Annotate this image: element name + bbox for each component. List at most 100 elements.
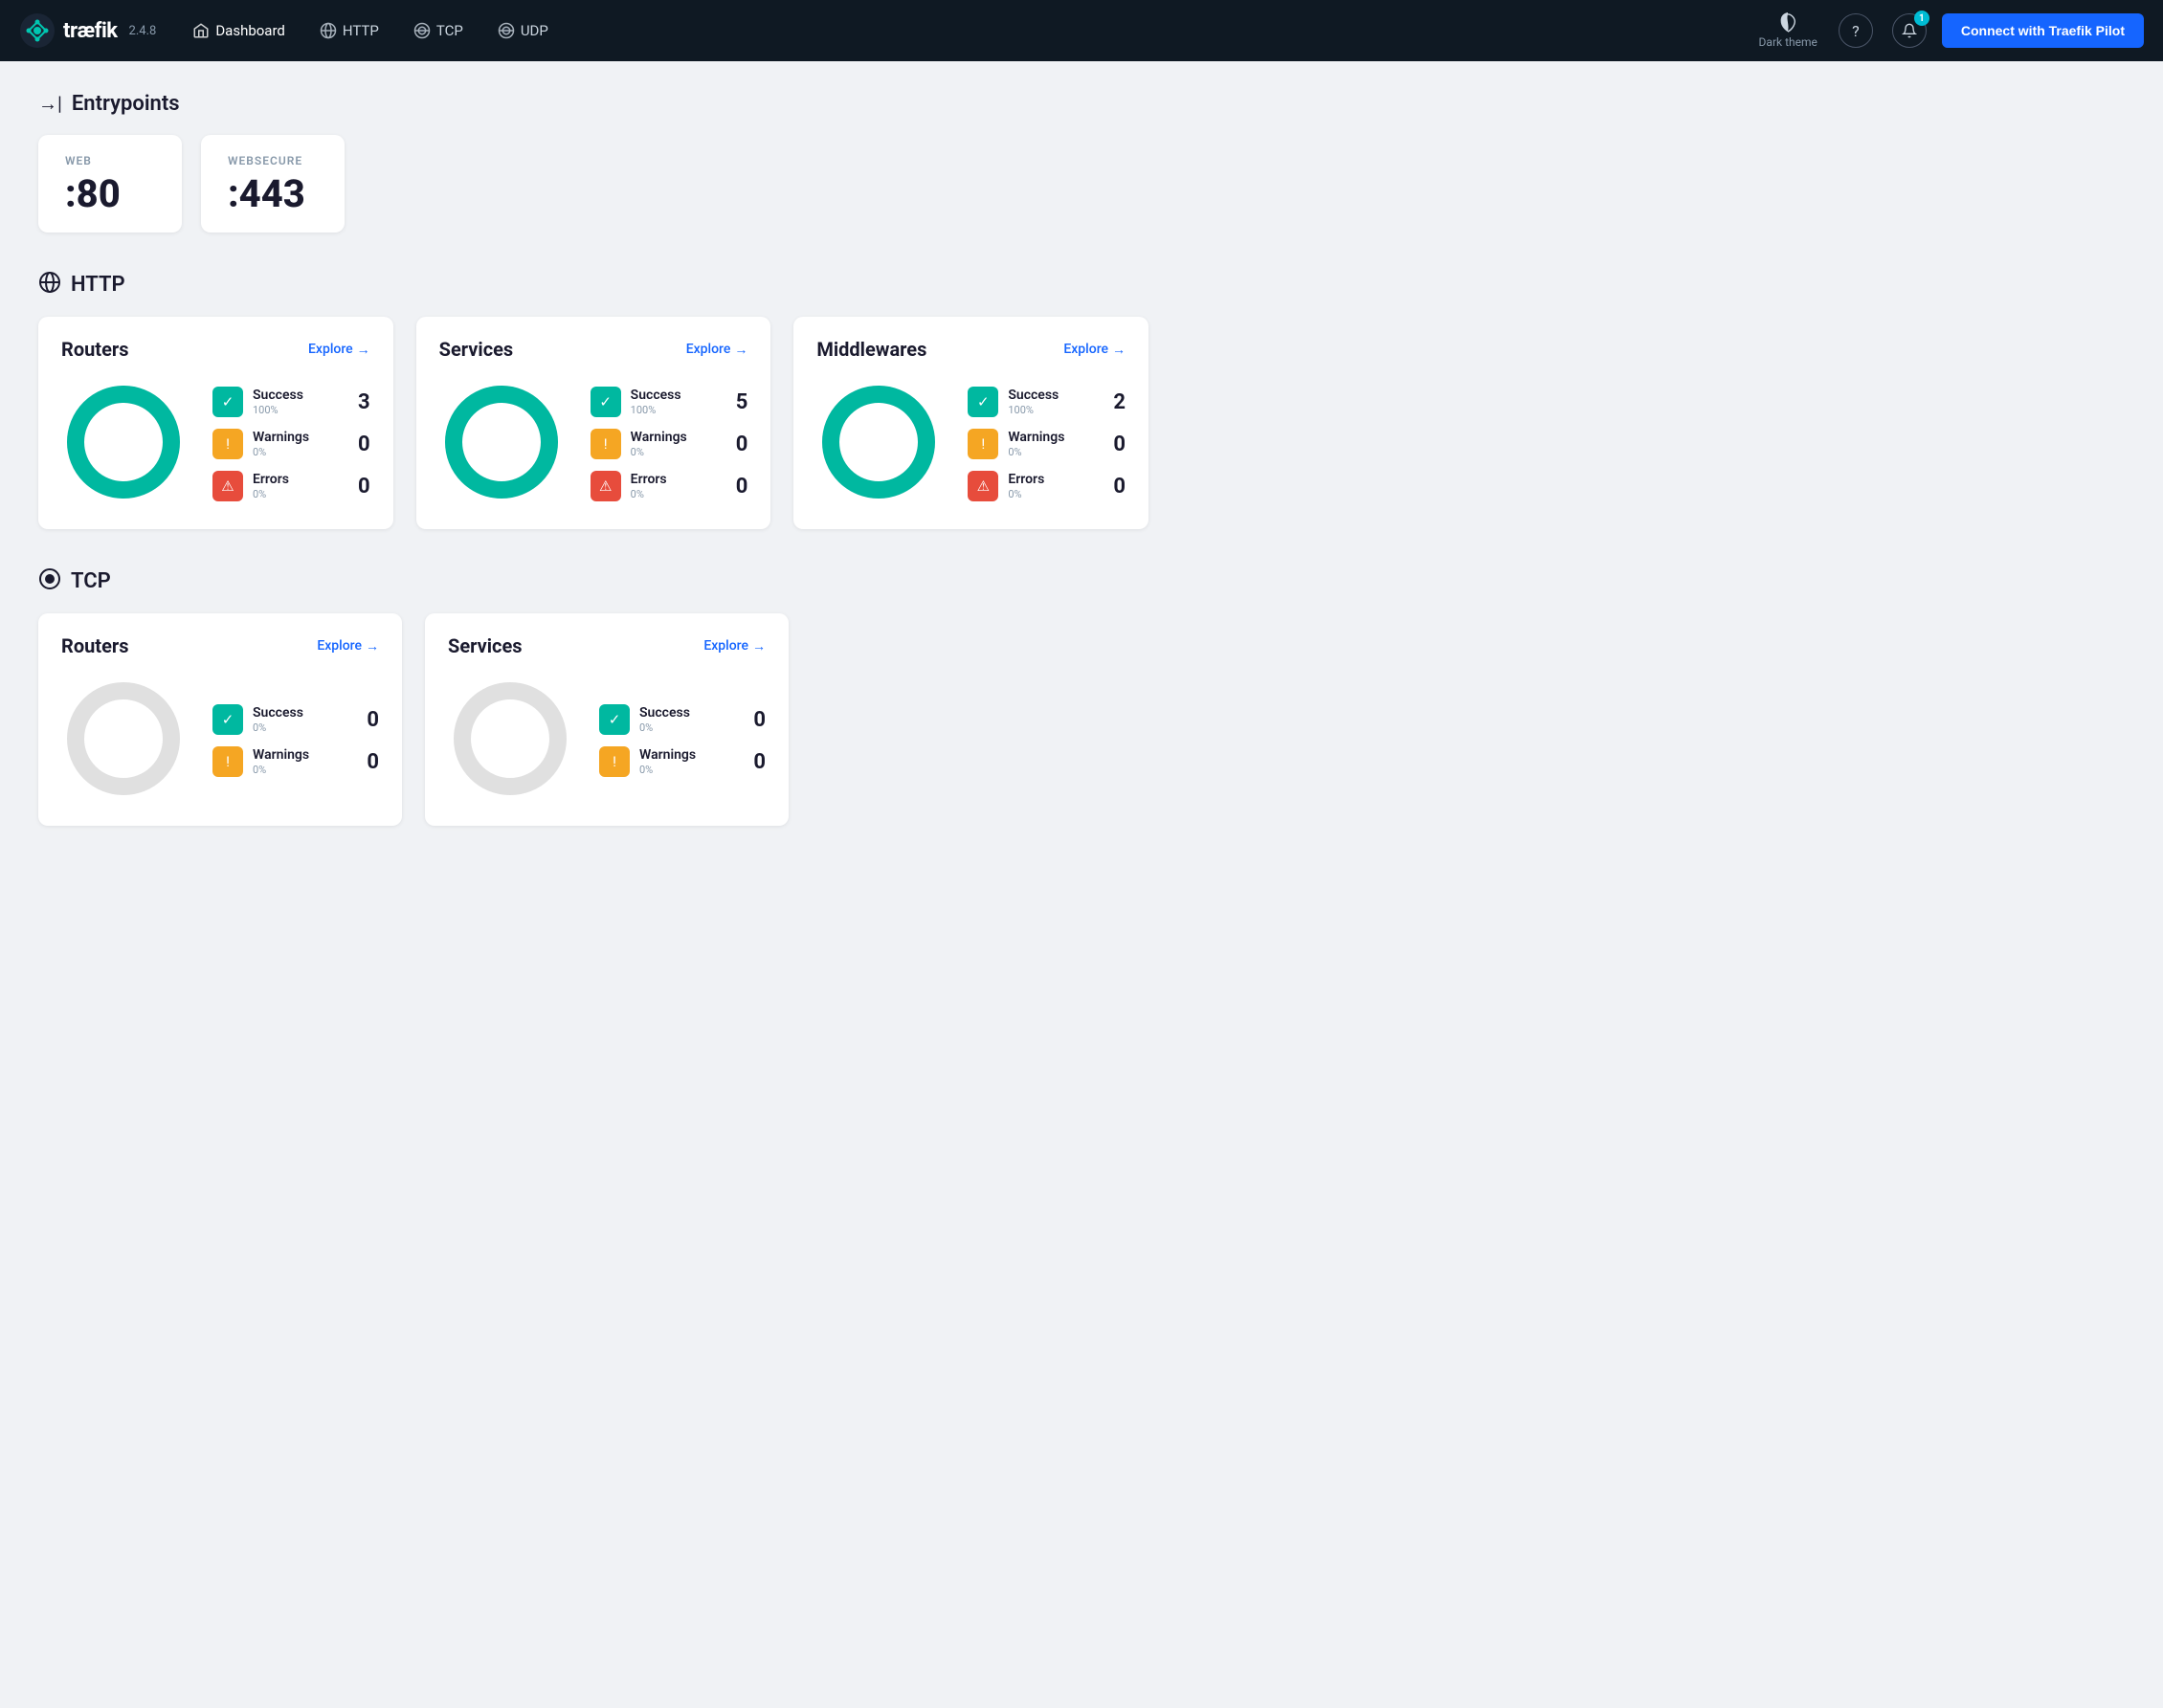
tcp-section: TCP Routers Explore → — [38, 567, 1148, 826]
http-services-body: ✓ Success 100% 5 ! Warnings 0% — [439, 380, 748, 508]
http-routers-header: Routers Explore → — [61, 338, 370, 361]
success-icon: ✓ — [212, 704, 243, 735]
http-middlewares-explore-label: Explore — [1063, 342, 1108, 357]
http-services-explore[interactable]: Explore → — [686, 342, 748, 358]
success-label: Success — [639, 705, 733, 721]
http-services-stats: ✓ Success 100% 5 ! Warnings 0% — [591, 387, 748, 501]
tcp-routers-title: Routers — [61, 634, 128, 657]
tcp-routers-warning-row: ! Warnings 0% 0 — [212, 746, 379, 777]
http-middlewares-success-info: Success 100% — [1008, 388, 1093, 416]
http-routers-warning-row: ! Warnings 0% 0 — [212, 429, 370, 459]
tcp-section-header: TCP — [38, 567, 1148, 594]
connect-pilot-button[interactable]: Connect with Traefik Pilot — [1942, 13, 2144, 48]
error-label: Errors — [253, 472, 338, 488]
tcp-routers-success-row: ✓ Success 0% 0 — [212, 704, 379, 735]
theme-drop-icon — [1777, 12, 1798, 33]
http-services-donut — [439, 380, 564, 508]
warning-icon: ! — [599, 746, 630, 777]
entrypoint-web[interactable]: WEB :80 — [38, 135, 182, 233]
http-routers-explore[interactable]: Explore → — [308, 342, 370, 358]
help-button[interactable]: ? — [1839, 13, 1873, 48]
tcp-services-success-info: Success 0% — [639, 705, 733, 734]
http-middlewares-error-info: Errors 0% — [1008, 472, 1093, 500]
entrypoint-websecure[interactable]: WEBSECURE :443 — [201, 135, 345, 233]
notifications-button[interactable]: 1 — [1892, 13, 1927, 48]
dark-theme-toggle[interactable]: Dark theme — [1750, 7, 1827, 55]
http-cards-row: Routers Explore → — [38, 317, 1148, 529]
tcp-routers-explore-label: Explore — [317, 638, 362, 654]
tcp-title: TCP — [71, 569, 111, 593]
tcp-routers-explore[interactable]: Explore → — [317, 638, 379, 654]
http-routers-body: ✓ Success 100% 3 ! Warnings 0% — [61, 380, 370, 508]
http-services-title: Services — [439, 338, 514, 361]
warning-pct: 0% — [253, 446, 338, 458]
http-routers-error-info: Errors 0% — [253, 472, 338, 500]
http-services-explore-label: Explore — [686, 342, 731, 357]
error-label: Errors — [631, 472, 716, 488]
question-mark-icon: ? — [1852, 22, 1860, 40]
http-middlewares-warning-count: 0 — [1103, 433, 1126, 456]
tcp-services-explore-label: Explore — [703, 638, 748, 654]
tcp-cards-row: Routers Explore → — [38, 613, 1148, 826]
success-icon: ✓ — [591, 387, 621, 417]
error-pct: 0% — [1008, 488, 1093, 500]
http-services-explore-arrow: → — [734, 342, 747, 358]
entrypoint-web-name: WEB — [65, 154, 155, 167]
tcp-routers-card: Routers Explore → — [38, 613, 402, 826]
http-middlewares-success-count: 2 — [1103, 390, 1126, 414]
success-label: Success — [253, 705, 346, 721]
brand: træfik 2.4.8 — [19, 12, 156, 49]
tcp-services-title: Services — [448, 634, 523, 657]
nav-http[interactable]: HTTP — [306, 14, 392, 47]
tcp-services-explore[interactable]: Explore → — [703, 638, 766, 654]
tcp-services-explore-arrow: → — [752, 638, 766, 654]
warning-label: Warnings — [1008, 430, 1093, 446]
tcp-routers-header: Routers Explore → — [61, 634, 379, 657]
http-middlewares-error-count: 0 — [1103, 475, 1126, 499]
success-pct: 100% — [631, 404, 716, 416]
success-pct: 0% — [639, 721, 733, 734]
entrypoint-websecure-name: WEBSECURE — [228, 154, 318, 167]
warning-label: Warnings — [253, 430, 338, 446]
http-routers-error-count: 0 — [347, 475, 370, 499]
warning-icon: ! — [591, 429, 621, 459]
success-label: Success — [631, 388, 716, 404]
warning-pct: 0% — [1008, 446, 1093, 458]
warning-label: Warnings — [639, 747, 733, 764]
http-middlewares-title: Middlewares — [816, 338, 926, 361]
tcp-routers-success-count: 0 — [356, 708, 379, 732]
http-routers-donut — [61, 380, 186, 508]
warning-icon: ! — [968, 429, 998, 459]
http-middlewares-explore[interactable]: Explore → — [1063, 342, 1126, 358]
success-pct: 100% — [253, 404, 338, 416]
tcp-services-body: ✓ Success 0% 0 ! Warnings 0% — [448, 677, 766, 805]
error-label: Errors — [1008, 472, 1093, 488]
http-services-error-count: 0 — [725, 475, 747, 499]
http-services-success-info: Success 100% — [631, 388, 716, 416]
tcp-routers-body: ✓ Success 0% 0 ! Warnings 0% — [61, 677, 379, 805]
tcp-routers-warning-info: Warnings 0% — [253, 747, 346, 776]
http-middlewares-warning-row: ! Warnings 0% 0 — [968, 429, 1126, 459]
warning-icon: ! — [212, 746, 243, 777]
error-pct: 0% — [631, 488, 716, 500]
http-routers-explore-label: Explore — [308, 342, 353, 357]
http-middlewares-warning-info: Warnings 0% — [1008, 430, 1093, 458]
main-content: →| Entrypoints WEB :80 WEBSECURE :443 HT… — [0, 61, 1187, 895]
error-icon: ⚠ — [968, 471, 998, 501]
success-pct: 0% — [253, 721, 346, 734]
tcp-routers-explore-arrow: → — [366, 638, 379, 654]
error-icon: ⚠ — [212, 471, 243, 501]
warning-label: Warnings — [253, 747, 346, 764]
http-middlewares-card: Middlewares Explore → — [793, 317, 1148, 529]
nav-tcp-label: TCP — [436, 22, 463, 39]
tcp-routers-warning-count: 0 — [356, 750, 379, 774]
http-globe-icon — [38, 271, 61, 298]
http-services-warning-info: Warnings 0% — [631, 430, 716, 458]
success-label: Success — [1008, 388, 1093, 404]
nav-dashboard[interactable]: Dashboard — [179, 14, 299, 47]
http-middlewares-explore-arrow: → — [1112, 342, 1126, 358]
entrypoint-web-port: :80 — [65, 175, 155, 213]
nav-udp[interactable]: UDP — [484, 14, 562, 47]
warning-pct: 0% — [631, 446, 716, 458]
nav-tcp[interactable]: TCP — [400, 14, 477, 47]
